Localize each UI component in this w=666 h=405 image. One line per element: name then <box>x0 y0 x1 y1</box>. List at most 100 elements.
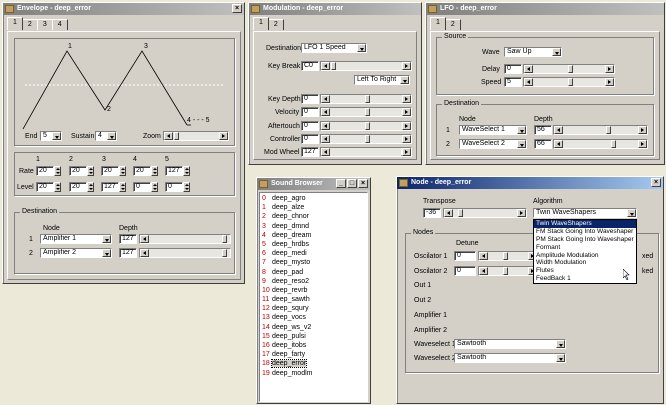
list-item[interactable]: 9 deep_reso2 <box>260 277 367 286</box>
rate-5-spin[interactable] <box>183 166 190 176</box>
rate-4-spin[interactable] <box>151 166 158 176</box>
close-button[interactable]: × <box>651 178 661 187</box>
lfo-dest-node-2-select[interactable]: WaveSelect 2 <box>459 139 527 149</box>
list-item[interactable]: 0 deep_agro <box>260 194 367 203</box>
modwheel-field[interactable]: 127 <box>301 147 319 157</box>
rate-3[interactable]: 20 <box>101 166 119 176</box>
envelope-titlebar[interactable]: Envelope - deep_error × <box>3 3 244 15</box>
mod-tab-1[interactable]: 1 <box>253 17 269 30</box>
rate-2[interactable]: 20 <box>69 166 87 176</box>
rate-4[interactable]: 20 <box>133 166 151 176</box>
sound-list[interactable]: 0 deep_agro 1 deep_alze 2 deep_chnor 3 deep_dmn… <box>259 192 368 402</box>
list-item[interactable]: 14 deep_ws_v2 <box>260 323 367 332</box>
list-item[interactable]: 17 deep_farty <box>260 350 367 359</box>
lfo-tab-2[interactable]: 2 <box>444 19 461 30</box>
speed-field[interactable]: 5 <box>504 77 522 87</box>
tab-2[interactable]: 2 <box>21 19 38 30</box>
envelope-graph[interactable] <box>15 39 234 145</box>
algorithm-option[interactable]: Twin WaveShapers <box>534 220 636 228</box>
mod-destination-select[interactable]: LFO 1 Speed <box>301 43 367 53</box>
zoom-slider[interactable] <box>163 131 229 141</box>
keybreak-slider[interactable] <box>320 61 412 71</box>
list-item[interactable]: 1 deep_alze <box>260 203 367 212</box>
keybreak-field[interactable]: C0 <box>301 61 319 71</box>
list-item[interactable]: 3 deep_dmnd <box>260 222 367 231</box>
list-item[interactable]: 13 deep_vocs <box>260 313 367 322</box>
dest-node-2-select[interactable]: Amplifier 2 <box>40 248 112 258</box>
level-4[interactable]: 0 <box>133 182 151 192</box>
maximize-button[interactable]: □ <box>347 179 357 188</box>
key-depth-field[interactable]: 0 <box>301 94 319 104</box>
rate-1-spin[interactable] <box>54 166 61 176</box>
level-1-spin[interactable] <box>54 182 61 192</box>
algorithm-option[interactable]: Formant <box>534 244 636 252</box>
algorithm-option[interactable]: PM Stack Going Into Waveshaper <box>534 236 636 244</box>
sound-browser-titlebar[interactable]: Sound Browser _ □ × <box>257 178 370 190</box>
key-depth-slider[interactable] <box>320 94 412 104</box>
dest-depth-1-slider[interactable] <box>139 234 231 244</box>
level-5[interactable]: 0 <box>165 182 183 192</box>
close-button[interactable]: × <box>232 4 242 13</box>
dest-node-1-select[interactable]: Amplifier 1 <box>40 234 112 244</box>
level-1[interactable]: 20 <box>36 182 54 192</box>
wave-select[interactable]: Saw Up <box>504 47 562 57</box>
list-item[interactable]: 2 deep_chnor <box>260 212 367 221</box>
close-button[interactable]: × <box>358 179 368 188</box>
level-5-spin[interactable] <box>183 182 190 192</box>
osc2-slider[interactable] <box>478 266 538 276</box>
transpose-slider[interactable] <box>443 208 527 218</box>
minimize-button[interactable]: _ <box>336 179 346 188</box>
level-4-spin[interactable] <box>151 182 158 192</box>
rate-1[interactable]: 20 <box>36 166 54 176</box>
list-item[interactable]: 4 deep_dream <box>260 231 367 240</box>
osc2-field[interactable]: 0 <box>454 266 476 276</box>
aftertouch-field[interactable]: 0 <box>301 121 319 131</box>
algorithm-option[interactable]: FM Stack Going Into Waveshaper <box>534 228 636 236</box>
node-titlebar[interactable]: Node - deep_error × <box>397 177 663 189</box>
lfo-dest-depth-2-slider[interactable] <box>553 139 648 149</box>
algorithm-option[interactable]: Amplitude Modulation <box>534 252 636 260</box>
rate-5[interactable]: 127 <box>165 166 183 176</box>
dest-depth-2[interactable]: 127 <box>119 248 137 258</box>
aftertouch-slider[interactable] <box>320 121 412 131</box>
mod-tab-2[interactable]: 2 <box>267 19 284 30</box>
velocity-slider[interactable] <box>320 107 412 117</box>
sustain-select[interactable]: 4 <box>95 131 117 141</box>
end-select[interactable]: 5 <box>40 131 62 141</box>
lfo-dest-depth-1-slider[interactable] <box>553 125 648 135</box>
osc1-slider[interactable] <box>478 251 538 261</box>
list-item[interactable]: 19 deep_modlm <box>260 369 367 378</box>
list-item[interactable]: 15 deep_pulsi <box>260 332 367 341</box>
algorithm-option[interactable]: Width Modulation <box>534 259 636 267</box>
level-3-spin[interactable] <box>119 182 126 192</box>
controller-slider[interactable] <box>320 134 412 144</box>
algorithm-option[interactable]: Flutes <box>534 267 636 275</box>
rate-3-spin[interactable] <box>119 166 126 176</box>
lfo-titlebar[interactable]: LFO - deep_error <box>426 3 664 15</box>
dest-depth-1[interactable]: 127 <box>119 234 137 244</box>
lfo-dest-node-1-select[interactable]: WaveSelect 1 <box>459 125 527 135</box>
velocity-field[interactable]: 0 <box>301 107 319 117</box>
waveselect1-select[interactable]: Sawtooth <box>454 339 566 349</box>
list-item[interactable]: 12 deep_squry <box>260 304 367 313</box>
algorithm-select[interactable]: Twin WaveShapers <box>533 208 637 218</box>
list-item[interactable]: 6 deep_medi <box>260 249 367 258</box>
osc1-field[interactable]: 0 <box>454 251 476 261</box>
transpose-field[interactable]: -36 <box>423 208 441 218</box>
list-item[interactable]: 16 deep_itobs <box>260 341 367 350</box>
lfo-dest-depth-2[interactable]: 66 <box>534 139 552 149</box>
lfo-tab-1[interactable]: 1 <box>430 17 446 30</box>
modwheel-slider[interactable] <box>320 147 412 157</box>
rate-2-spin[interactable] <box>87 166 94 176</box>
modulation-titlebar[interactable]: Modulation - deep_error <box>249 3 421 15</box>
list-item[interactable]: 18 deep_error <box>260 359 367 369</box>
dest-depth-2-slider[interactable] <box>139 248 231 258</box>
level-3[interactable]: 127 <box>101 182 119 192</box>
algorithm-dropdown-list[interactable]: Twin WaveShapers FM Stack Going Into Wave… <box>533 219 637 284</box>
list-item[interactable]: 10 deep_revrb <box>260 286 367 295</box>
list-item[interactable]: 8 deep_pad <box>260 268 367 277</box>
list-item[interactable]: 11 deep_sawth <box>260 295 367 304</box>
algorithm-option[interactable]: FeedBack 1 <box>534 275 636 283</box>
delay-field[interactable]: 0 <box>504 64 522 74</box>
direction-select[interactable]: Left To Right <box>354 75 410 85</box>
